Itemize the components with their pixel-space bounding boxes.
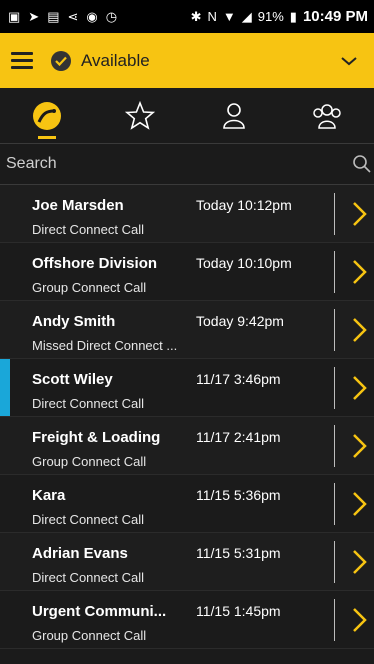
chevron-right-icon[interactable]	[352, 549, 368, 575]
divider	[334, 599, 335, 641]
call-row[interactable]: Offshore Division Today 10:10pm Group Conn…	[0, 243, 374, 301]
wifi-icon: ▼	[222, 9, 236, 24]
call-time: 11/15 1:45pm	[196, 603, 281, 619]
call-row[interactable]: Adrian Evans 11/15 5:31pm Direct Connect C…	[0, 533, 374, 591]
fc-icon: ▤	[47, 9, 60, 24]
call-time: 11/15 5:36pm	[196, 487, 281, 503]
chevron-right-icon[interactable]	[352, 433, 368, 459]
call-type: Direct Connect Call	[32, 396, 144, 411]
bluetooth-icon: ✱	[190, 8, 202, 24]
recent-calls-icon	[32, 101, 61, 130]
divider	[334, 541, 335, 583]
call-time: Today 10:12pm	[196, 197, 292, 213]
status-bar: ▣ ➤ ▤ ⋖ ◉ ◷ ✱ N ▼ ◢ 91% ▮ 10:49 PM	[0, 0, 374, 33]
call-row[interactable]: Joe Marsden Today 10:12pm Direct Connect C…	[0, 185, 374, 243]
contact-name: Andy Smith	[32, 313, 116, 330]
call-type: Group Connect Call	[32, 628, 147, 643]
call-type: Group Connect Call	[32, 280, 147, 295]
call-row[interactable]: Urgent Communi... 11/15 1:45pm Group Conne…	[0, 591, 374, 649]
contact-name: Offshore Division	[32, 255, 158, 272]
call-time: 11/17 2:41pm	[196, 429, 281, 445]
contact-name: Scott Wiley	[32, 371, 113, 388]
divider	[334, 483, 335, 525]
chevron-right-icon[interactable]	[352, 259, 368, 285]
chevron-right-icon[interactable]	[352, 317, 368, 343]
search-bar	[0, 143, 374, 185]
call-row[interactable]: Freight & Loading 11/17 2:41pm Group Conne…	[0, 417, 374, 475]
call-row[interactable]: Kara 11/15 5:36pm Direct Connect Call	[0, 475, 374, 533]
call-type: Direct Connect Call	[32, 222, 144, 237]
contact-name: Adrian Evans	[32, 545, 128, 562]
chevron-right-icon[interactable]	[352, 375, 368, 401]
group-icon	[313, 103, 341, 129]
divider	[334, 193, 335, 235]
divider	[334, 309, 335, 351]
divider	[334, 425, 335, 467]
call-time: Today 9:42pm	[196, 313, 284, 329]
contact-name: Freight & Loading	[32, 429, 161, 446]
forward-icon: ➤	[28, 9, 40, 24]
chevron-right-icon[interactable]	[352, 491, 368, 517]
call-type: Direct Connect Call	[32, 570, 144, 585]
chevron-right-icon[interactable]	[352, 201, 368, 227]
nfc-icon: N	[207, 9, 217, 24]
chevron-down-icon[interactable]	[340, 55, 358, 67]
call-type: Group Connect Call	[32, 454, 147, 469]
divider	[334, 251, 335, 293]
check-circle-icon	[51, 50, 71, 71]
call-type: Direct Connect Call	[32, 512, 144, 527]
call-row[interactable]: Scott Wiley 11/17 3:46pm Direct Connect Ca…	[0, 359, 374, 417]
search-input[interactable]	[0, 154, 338, 174]
call-time: Today 10:10pm	[196, 255, 292, 271]
tab-favorites[interactable]	[94, 88, 188, 143]
divider	[334, 367, 335, 409]
recent-calls-list: Joe Marsden Today 10:12pm Direct Connect C…	[0, 185, 374, 649]
share-icon: ⋖	[67, 9, 79, 24]
signal-icon: ◢	[241, 8, 252, 24]
notification-icons: ▣ ➤ ▤ ⋖ ◉ ◷	[0, 10, 117, 23]
battery-percent: 91%	[257, 9, 284, 24]
alarm-icon: ◷	[105, 9, 118, 24]
circle-icon: ◉	[86, 9, 98, 24]
call-type: Missed Direct Connect ...	[32, 338, 178, 353]
clock: 10:49 PM	[302, 8, 368, 25]
menu-icon[interactable]	[11, 52, 33, 69]
tab-groups[interactable]	[281, 88, 374, 143]
messages-icon: ▣	[8, 9, 21, 24]
contact-icon	[222, 102, 245, 129]
contact-name: Urgent Communi...	[32, 603, 167, 620]
availability-status[interactable]: Available	[81, 51, 150, 71]
call-row[interactable]: Andy Smith Today 9:42pm Missed Direct Conn…	[0, 301, 374, 359]
tab-bar	[0, 88, 374, 143]
chevron-right-icon[interactable]	[352, 607, 368, 633]
app-bar: Available	[0, 33, 374, 88]
tab-recent[interactable]	[0, 88, 94, 143]
star-icon	[125, 100, 156, 130]
tab-contacts[interactable]	[187, 88, 281, 143]
call-time: 11/15 5:31pm	[196, 545, 281, 561]
contact-name: Joe Marsden	[32, 197, 124, 214]
search-icon[interactable]	[352, 154, 372, 174]
call-time: 11/17 3:46pm	[196, 371, 281, 387]
battery-icon: ▮	[289, 8, 297, 24]
contact-name: Kara	[32, 487, 66, 504]
